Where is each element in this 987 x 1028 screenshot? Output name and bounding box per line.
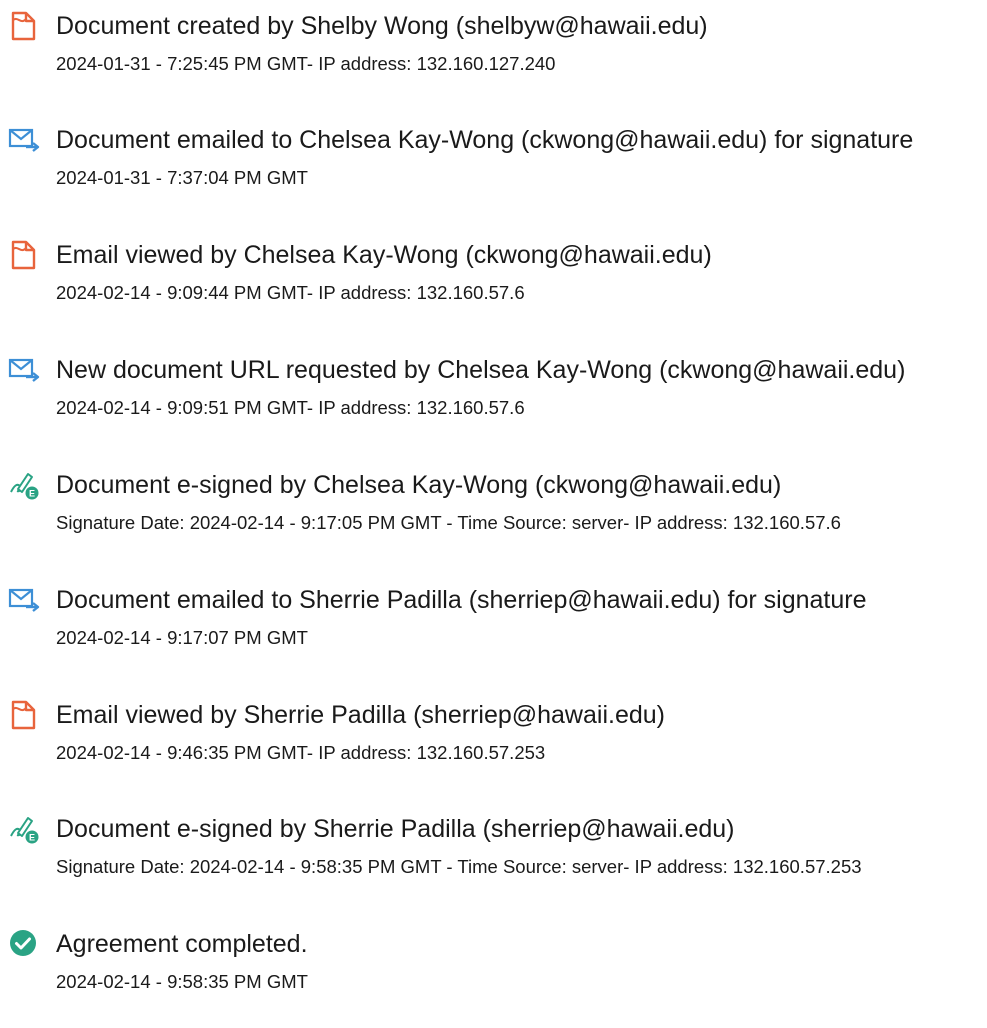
event-title: Document e-signed by Sherrie Padilla (sh…: [56, 815, 735, 843]
event-detail: 2024-02-14 - 9:17:07 PM GMT: [56, 627, 308, 648]
email-sent-icon: [8, 354, 40, 386]
event-detail: 2024-02-14 - 9:46:35 PM GMT- IP address:…: [56, 742, 546, 763]
document-icon: [8, 10, 40, 42]
document-icon: [8, 239, 40, 271]
history-event: Document created by Shelby Wong (shelbyw…: [0, 10, 987, 110]
event-detail: 2024-01-31 - 7:37:04 PM GMT: [56, 167, 308, 188]
e-sign-icon: E: [8, 469, 40, 501]
event-detail: 2024-02-14 - 9:09:51 PM GMT- IP address:…: [56, 397, 525, 418]
history-event: E Document e-signed by Chelsea Kay-Wong …: [0, 469, 987, 569]
e-sign-icon: E: [8, 813, 40, 845]
event-title: Document emailed to Sherrie Padilla (she…: [56, 586, 867, 614]
check-circle-icon: [8, 928, 40, 960]
event-detail: 2024-02-14 - 9:58:35 PM GMT: [56, 971, 308, 992]
history-event: Document emailed to Chelsea Kay-Wong (ck…: [0, 124, 987, 224]
event-title: Email viewed by Sherrie Padilla (sherrie…: [56, 701, 665, 729]
document-icon: [8, 699, 40, 731]
history-event: Email viewed by Chelsea Kay-Wong (ckwong…: [0, 239, 987, 339]
event-title: New document URL requested by Chelsea Ka…: [56, 356, 906, 384]
event-title: Document e-signed by Chelsea Kay-Wong (c…: [56, 471, 782, 499]
history-event: E Document e-signed by Sherrie Padilla (…: [0, 813, 987, 913]
svg-text:E: E: [29, 833, 35, 843]
event-detail: 2024-02-14 - 9:09:44 PM GMT- IP address:…: [56, 282, 525, 303]
event-title: Agreement completed.: [56, 930, 308, 958]
svg-text:E: E: [29, 489, 35, 499]
history-event: New document URL requested by Chelsea Ka…: [0, 354, 987, 454]
history-event: Email viewed by Sherrie Padilla (sherrie…: [0, 699, 987, 799]
event-title: Document created by Shelby Wong (shelbyw…: [56, 12, 708, 40]
email-sent-icon: [8, 124, 40, 156]
event-detail: Signature Date: 2024-02-14 - 9:17:05 PM …: [56, 512, 841, 533]
history-event: Document emailed to Sherrie Padilla (she…: [0, 584, 987, 684]
email-sent-icon: [8, 584, 40, 616]
history-event: Agreement completed. 2024-02-14 - 9:58:3…: [0, 928, 987, 1028]
event-title: Email viewed by Chelsea Kay-Wong (ckwong…: [56, 241, 712, 269]
event-detail: 2024-01-31 - 7:25:45 PM GMT- IP address:…: [56, 53, 556, 74]
event-detail: Signature Date: 2024-02-14 - 9:58:35 PM …: [56, 856, 862, 877]
event-title: Document emailed to Chelsea Kay-Wong (ck…: [56, 126, 914, 154]
